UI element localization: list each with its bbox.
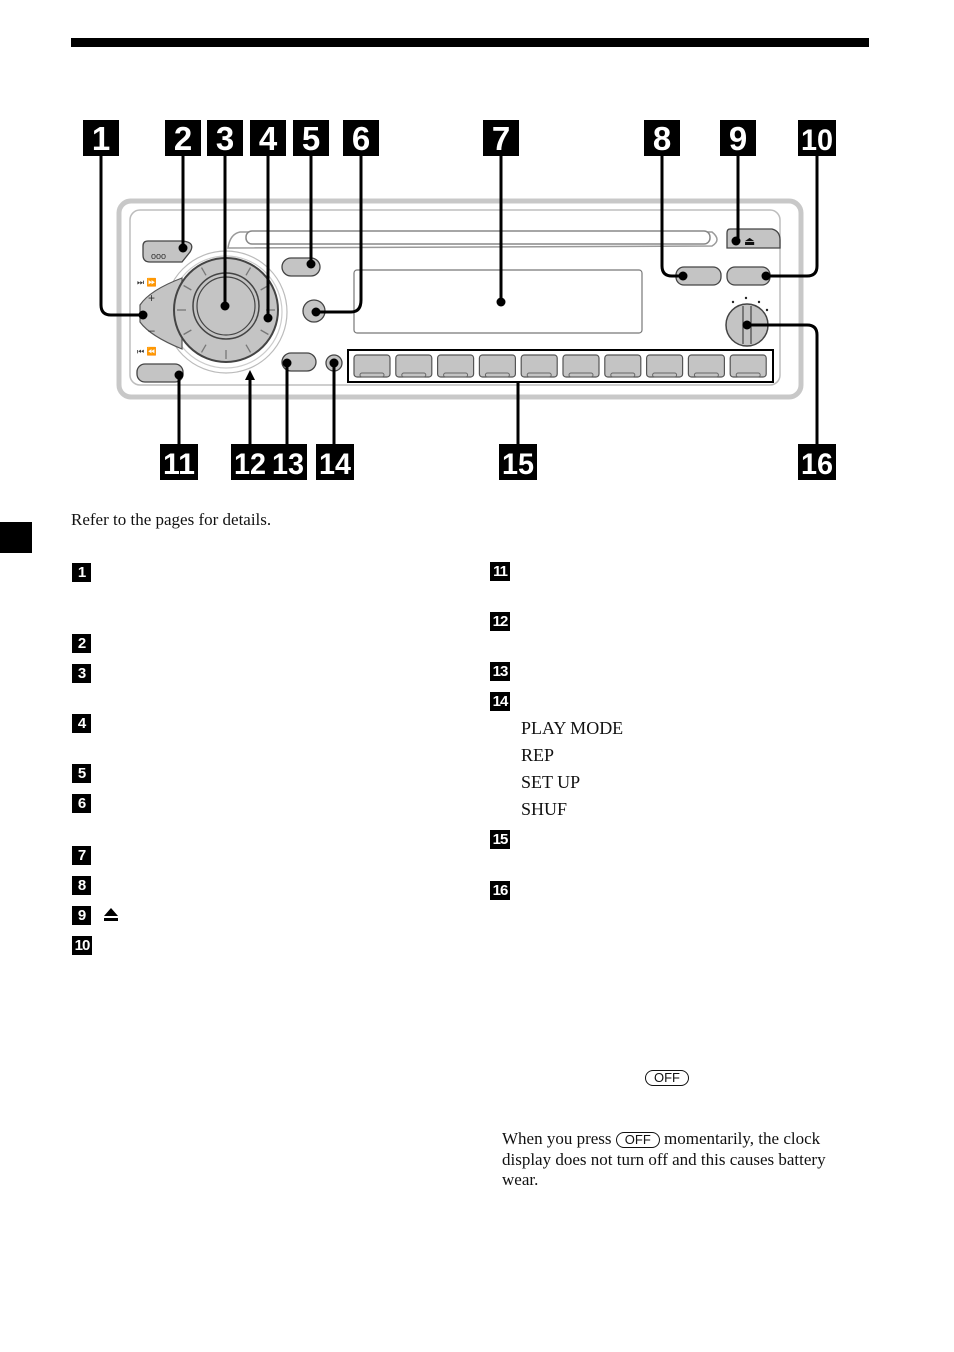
- legend-number-2: 2: [72, 634, 91, 653]
- preset-button[interactable]: [562, 354, 600, 378]
- callout-7: 7: [483, 120, 519, 157]
- callout-number: 8: [653, 120, 671, 157]
- legend-subitem: REP: [521, 745, 555, 765]
- callout-number: 16: [801, 448, 833, 481]
- legend-number-12: 12: [490, 612, 510, 631]
- preset-button[interactable]: [687, 354, 726, 378]
- preset-button[interactable]: [604, 354, 642, 378]
- legend-number-13: 13: [490, 662, 510, 681]
- legend-number-6: 6: [72, 794, 91, 813]
- callout-number: 6: [352, 120, 370, 157]
- disc-slot-inner: [245, 230, 711, 245]
- legend-number-3: 3: [72, 664, 91, 683]
- preset-button[interactable]: [395, 354, 433, 378]
- eject-button-icon: ⏏: [744, 234, 755, 248]
- callout-2: 2: [165, 120, 201, 157]
- legend-number-5: 5: [72, 764, 91, 783]
- callout-number: 14: [319, 448, 351, 481]
- legend-number-16: 16: [490, 881, 510, 900]
- preset-button[interactable]: [520, 354, 558, 378]
- legend-number-15: 15: [490, 830, 510, 849]
- callout-number: 9: [729, 120, 747, 157]
- callout-number: 1: [92, 120, 110, 157]
- callout-4: 4: [250, 120, 286, 157]
- legend-number-14: 14: [490, 692, 510, 711]
- off-key: OFF: [645, 1070, 689, 1086]
- callout-number: 13: [272, 448, 304, 481]
- callout-number: 11: [163, 448, 195, 481]
- callout-5: 5: [293, 120, 329, 157]
- preset-button[interactable]: [645, 354, 684, 378]
- callout-8: 8: [644, 120, 680, 157]
- callout-16: 16: [798, 444, 836, 481]
- legend-number-7: 7: [72, 846, 91, 865]
- car-stereo-diagram: ooo ⏭ ⏩ ⏮ ⏪ + – ⏏ 1 2 3 4 5 6 7 8 9 10 1…: [83, 120, 836, 481]
- legend-number-9: 9: [72, 906, 91, 925]
- callout-12: 12: [231, 444, 269, 481]
- legend-subitem: SHUF: [521, 799, 568, 819]
- callout-15: 15: [499, 444, 537, 481]
- legend-number-4: 4: [72, 714, 91, 733]
- preset-button[interactable]: [478, 354, 516, 378]
- plus-label: +: [148, 291, 155, 305]
- legend-number-10: 10: [72, 936, 92, 955]
- off-key-note: OFF: [645, 1069, 689, 1087]
- note-text-before: When you press: [502, 1129, 616, 1148]
- callout-number: 7: [492, 120, 510, 157]
- seek-up-label: ⏭ ⏩: [137, 277, 157, 287]
- legend-number-11: 11: [490, 562, 510, 581]
- callout-11: 11: [160, 444, 198, 481]
- callout-number: 4: [259, 120, 278, 157]
- eject-icon: [104, 908, 118, 921]
- callout-13: 13: [269, 444, 307, 481]
- callout-number: 15: [502, 448, 534, 481]
- legend-number-1: 1: [72, 563, 91, 582]
- legend-subitem: PLAY MODE: [521, 718, 624, 738]
- off-key-inline: OFF: [615, 1132, 660, 1148]
- callout-1: 1: [83, 120, 119, 157]
- callout-14: 14: [316, 444, 354, 481]
- source-button-label: ooo: [151, 251, 166, 261]
- preset-button[interactable]: [729, 354, 767, 378]
- callout-number: 10: [801, 124, 833, 157]
- seek-down-label: ⏮ ⏪: [137, 346, 157, 356]
- minus-label: –: [148, 323, 155, 337]
- section-tab: [0, 522, 32, 553]
- callout-9: 9: [720, 120, 756, 157]
- callout-number: 3: [216, 120, 234, 157]
- legend-number-8: 8: [72, 876, 91, 895]
- callout-number: 5: [302, 120, 320, 157]
- preset-button[interactable]: [437, 354, 475, 378]
- preset-button[interactable]: [353, 354, 391, 378]
- callout-number: 12: [234, 448, 266, 481]
- legend-subitem: SET UP: [521, 772, 581, 792]
- battery-note: When you press OFF momentarily, the cloc…: [502, 1129, 847, 1191]
- callout-6: 6: [343, 120, 379, 157]
- intro-text: Refer to the pages for details.: [71, 510, 272, 529]
- callout-number: 2: [174, 120, 192, 157]
- callout-10: 10: [798, 120, 836, 157]
- callout-3: 3: [207, 120, 243, 157]
